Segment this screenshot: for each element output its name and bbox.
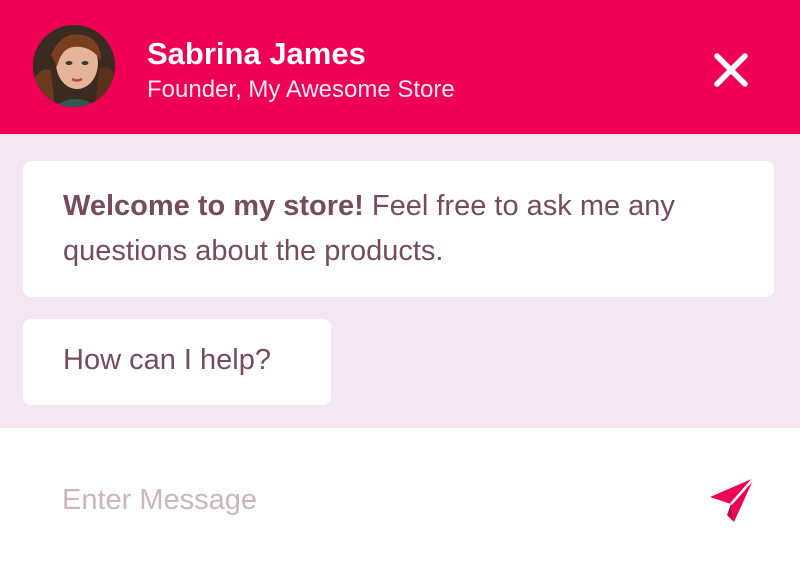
message-composer: [0, 428, 800, 563]
message-input[interactable]: [62, 478, 622, 522]
message-bubble: How can I help?: [23, 319, 331, 405]
chat-header: Sabrina James Founder, My Awesome Store: [0, 0, 800, 134]
message-text: How can I help?: [63, 344, 271, 376]
send-button[interactable]: [707, 475, 757, 525]
chat-widget: Sabrina James Founder, My Awesome Store …: [0, 0, 800, 563]
agent-title: Founder, My Awesome Store: [147, 76, 455, 103]
avatar-image: [33, 25, 115, 107]
message-list: Welcome to my store! Feel free to ask me…: [0, 134, 800, 428]
send-icon: [710, 477, 755, 522]
close-button[interactable]: [706, 45, 756, 95]
agent-name: Sabrina James: [147, 36, 366, 71]
avatar: [33, 25, 115, 107]
message-bubble: Welcome to my store! Feel free to ask me…: [23, 161, 774, 297]
close-icon: [714, 53, 748, 87]
message-bold-text: Welcome to my store!: [63, 190, 364, 222]
